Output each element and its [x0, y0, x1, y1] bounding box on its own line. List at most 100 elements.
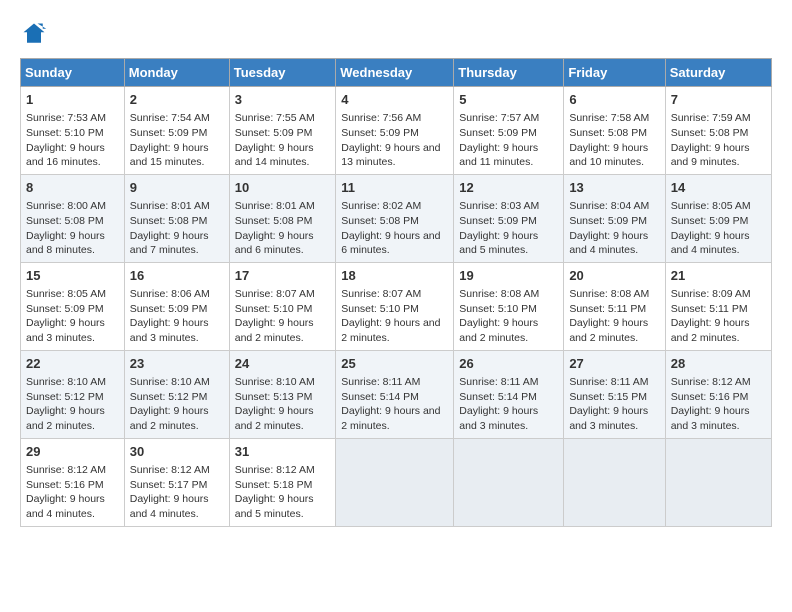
calendar-cell: 25 Sunrise: 8:11 AMSunset: 5:14 PMDayligh… [336, 350, 454, 438]
day-number: 31 [235, 443, 331, 461]
daylight-text: Daylight: 9 hours and 2 minutes. [341, 316, 448, 345]
day-number: 5 [459, 91, 558, 109]
sunset-text: Sunset: 5:08 PM [26, 214, 119, 229]
day-number: 28 [671, 355, 766, 373]
daylight-text: Daylight: 9 hours and 8 minutes. [26, 229, 119, 258]
sunrise-text: Sunrise: 8:11 AM [341, 375, 448, 390]
calendar-cell: 27Sunrise: 8:11 AMSunset: 5:15 PMDayligh… [564, 350, 665, 438]
sunrise-text: Sunrise: 7:54 AM [130, 111, 224, 126]
sunset-text: Sunset: 5:11 PM [671, 302, 766, 317]
calendar-cell: 18Sunrise: 8:07 AMSunset: 5:10 PMDayligh… [336, 262, 454, 350]
sunrise-text: Sunrise: 8:11 AM [459, 375, 558, 390]
sunset-text: Sunset: 5:09 PM [671, 214, 766, 229]
sunrise-text: Sunrise: 8:02 AM [341, 199, 448, 214]
sunset-text: Sunset: 5:08 PM [130, 214, 224, 229]
sunrise-text: Sunrise: 8:01 AM [235, 199, 331, 214]
sunset-text: Sunset: 5:09 PM [341, 126, 448, 141]
daylight-text: Daylight: 9 hours and 2 minutes. [235, 404, 331, 433]
calendar-body: 1Sunrise: 7:53 AMSunset: 5:10 PMDaylight… [21, 87, 772, 527]
header [20, 20, 772, 48]
day-number: 25 [341, 355, 448, 373]
sunset-text: Sunset: 5:09 PM [459, 214, 558, 229]
daylight-text: Daylight: 9 hours and 2 minutes. [459, 316, 558, 345]
sunrise-text: Sunrise: 7:57 AM [459, 111, 558, 126]
day-number: 6 [569, 91, 659, 109]
daylight-text: Daylight: 9 hours and 2 minutes. [26, 404, 119, 433]
daylight-text: Daylight: 9 hours and 2 minutes. [130, 404, 224, 433]
sunset-text: Sunset: 5:17 PM [130, 478, 224, 493]
daylight-text: Daylight: 9 hours and 13 minutes. [341, 141, 448, 170]
sunset-text: Sunset: 5:10 PM [26, 126, 119, 141]
sunrise-text: Sunrise: 8:07 AM [235, 287, 331, 302]
header-day-thursday: Thursday [454, 59, 564, 87]
daylight-text: Daylight: 9 hours and 2 minutes. [671, 316, 766, 345]
calendar-cell: 12Sunrise: 8:03 AMSunset: 5:09 PMDayligh… [454, 174, 564, 262]
day-number: 24 [235, 355, 331, 373]
calendar-cell: 21Sunrise: 8:09 AMSunset: 5:11 PMDayligh… [665, 262, 771, 350]
calendar-cell [454, 438, 564, 526]
daylight-text: Daylight: 9 hours and 6 minutes. [235, 229, 331, 258]
calendar-cell: 11Sunrise: 8:02 AMSunset: 5:08 PMDayligh… [336, 174, 454, 262]
day-number: 13 [569, 179, 659, 197]
calendar-cell: 19Sunrise: 8:08 AMSunset: 5:10 PMDayligh… [454, 262, 564, 350]
sunset-text: Sunset: 5:14 PM [341, 390, 448, 405]
week-row-4: 22Sunrise: 8:10 AMSunset: 5:12 PMDayligh… [21, 350, 772, 438]
sunset-text: Sunset: 5:08 PM [671, 126, 766, 141]
calendar-table: SundayMondayTuesdayWednesdayThursdayFrid… [20, 58, 772, 527]
daylight-text: Daylight: 9 hours and 15 minutes. [130, 141, 224, 170]
sunset-text: Sunset: 5:16 PM [26, 478, 119, 493]
calendar-cell: 15Sunrise: 8:05 AMSunset: 5:09 PMDayligh… [21, 262, 125, 350]
header-row: SundayMondayTuesdayWednesdayThursdayFrid… [21, 59, 772, 87]
day-number: 12 [459, 179, 558, 197]
sunset-text: Sunset: 5:13 PM [235, 390, 331, 405]
sunrise-text: Sunrise: 8:10 AM [26, 375, 119, 390]
sunrise-text: Sunrise: 8:10 AM [235, 375, 331, 390]
calendar-cell: 8Sunrise: 8:00 AMSunset: 5:08 PMDaylight… [21, 174, 125, 262]
sunrise-text: Sunrise: 7:56 AM [341, 111, 448, 126]
calendar-cell: 23Sunrise: 8:10 AMSunset: 5:12 PMDayligh… [124, 350, 229, 438]
day-number: 15 [26, 267, 119, 285]
sunset-text: Sunset: 5:09 PM [130, 302, 224, 317]
daylight-text: Daylight: 9 hours and 3 minutes. [459, 404, 558, 433]
sunset-text: Sunset: 5:14 PM [459, 390, 558, 405]
day-number: 1 [26, 91, 119, 109]
calendar-cell: 1Sunrise: 7:53 AMSunset: 5:10 PMDaylight… [21, 87, 125, 175]
calendar-cell [336, 438, 454, 526]
daylight-text: Daylight: 9 hours and 2 minutes. [235, 316, 331, 345]
calendar-cell: 7Sunrise: 7:59 AMSunset: 5:08 PMDaylight… [665, 87, 771, 175]
sunset-text: Sunset: 5:09 PM [459, 126, 558, 141]
calendar-cell: 3Sunrise: 7:55 AMSunset: 5:09 PMDaylight… [229, 87, 336, 175]
daylight-text: Daylight: 9 hours and 2 minutes. [341, 404, 448, 433]
week-row-2: 8Sunrise: 8:00 AMSunset: 5:08 PMDaylight… [21, 174, 772, 262]
week-row-3: 15Sunrise: 8:05 AMSunset: 5:09 PMDayligh… [21, 262, 772, 350]
sunset-text: Sunset: 5:08 PM [341, 214, 448, 229]
sunrise-text: Sunrise: 8:12 AM [130, 463, 224, 478]
header-day-sunday: Sunday [21, 59, 125, 87]
sunset-text: Sunset: 5:12 PM [26, 390, 119, 405]
daylight-text: Daylight: 9 hours and 7 minutes. [130, 229, 224, 258]
sunset-text: Sunset: 5:11 PM [569, 302, 659, 317]
day-number: 4 [341, 91, 448, 109]
day-number: 19 [459, 267, 558, 285]
sunrise-text: Sunrise: 8:08 AM [569, 287, 659, 302]
daylight-text: Daylight: 9 hours and 9 minutes. [671, 141, 766, 170]
calendar-cell: 26Sunrise: 8:11 AMSunset: 5:14 PMDayligh… [454, 350, 564, 438]
sunset-text: Sunset: 5:09 PM [235, 126, 331, 141]
daylight-text: Daylight: 9 hours and 4 minutes. [671, 229, 766, 258]
daylight-text: Daylight: 9 hours and 4 minutes. [569, 229, 659, 258]
day-number: 22 [26, 355, 119, 373]
daylight-text: Daylight: 9 hours and 3 minutes. [671, 404, 766, 433]
day-number: 10 [235, 179, 331, 197]
day-number: 16 [130, 267, 224, 285]
sunrise-text: Sunrise: 8:07 AM [341, 287, 448, 302]
daylight-text: Daylight: 9 hours and 4 minutes. [130, 492, 224, 521]
daylight-text: Daylight: 9 hours and 3 minutes. [569, 404, 659, 433]
day-number: 21 [671, 267, 766, 285]
sunrise-text: Sunrise: 7:55 AM [235, 111, 331, 126]
daylight-text: Daylight: 9 hours and 4 minutes. [26, 492, 119, 521]
week-row-5: 29Sunrise: 8:12 AMSunset: 5:16 PMDayligh… [21, 438, 772, 526]
header-day-friday: Friday [564, 59, 665, 87]
sunset-text: Sunset: 5:10 PM [341, 302, 448, 317]
calendar-header: SundayMondayTuesdayWednesdayThursdayFrid… [21, 59, 772, 87]
day-number: 23 [130, 355, 224, 373]
